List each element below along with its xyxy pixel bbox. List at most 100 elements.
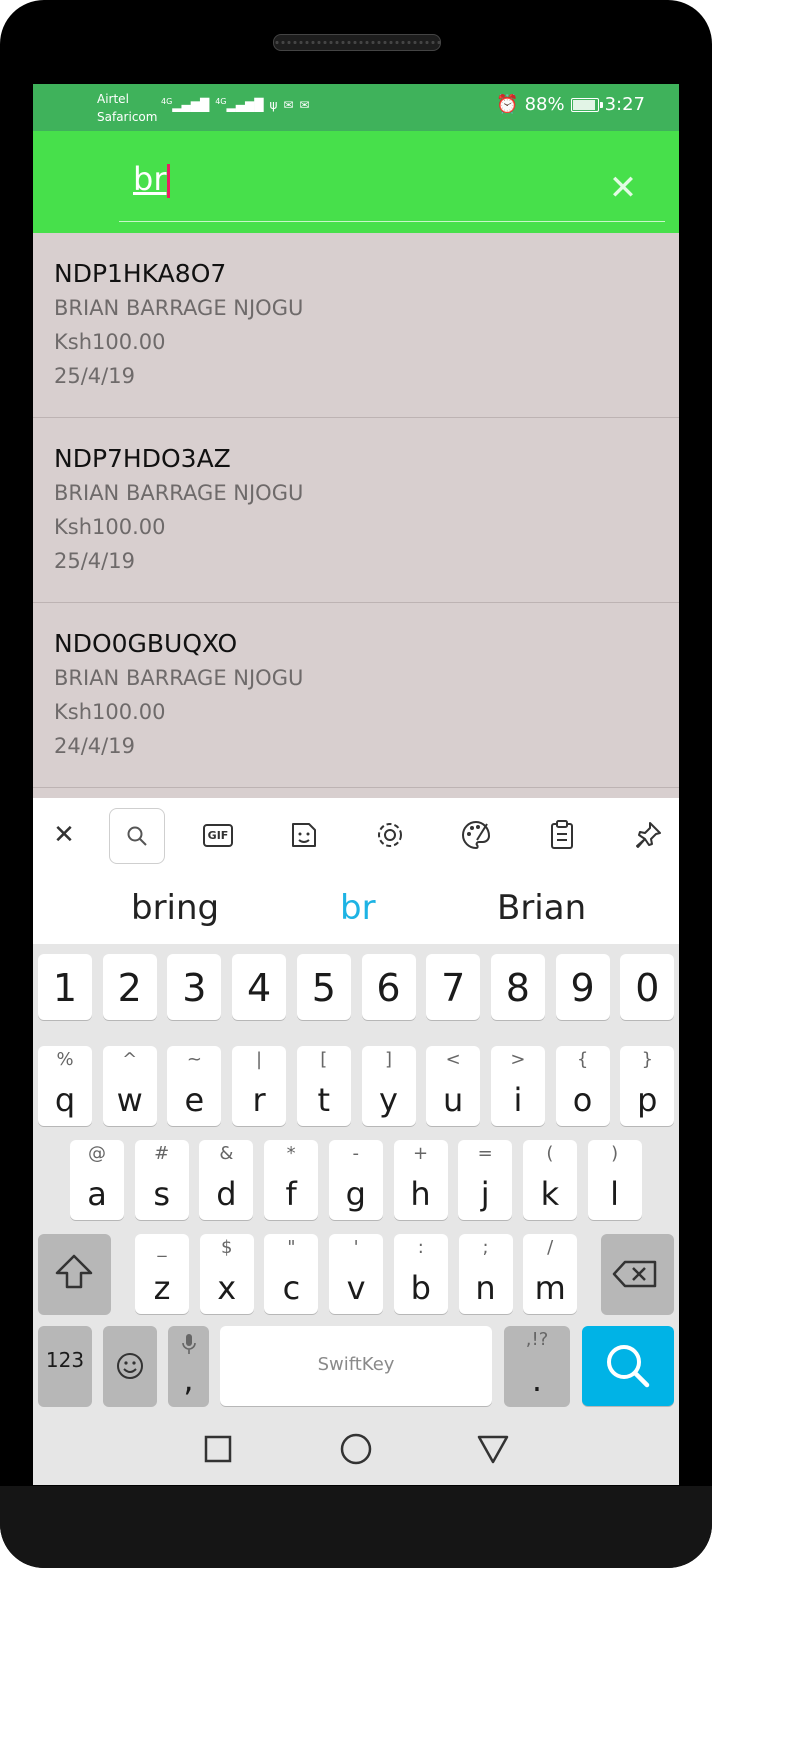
- symbols-key[interactable]: 123: [38, 1326, 92, 1406]
- key-secondary-label: ": [287, 1237, 296, 1258]
- key-0[interactable]: 0: [620, 954, 675, 1020]
- key-f[interactable]: * f: [264, 1140, 319, 1220]
- key-q[interactable]: % q: [38, 1046, 92, 1126]
- key-z[interactable]: _ z: [135, 1234, 189, 1314]
- key-t[interactable]: [t: [296, 1046, 351, 1126]
- backspace-key[interactable]: [601, 1234, 674, 1314]
- key-label: r: [252, 1081, 266, 1119]
- date: 24/4/19: [54, 734, 135, 758]
- key-x[interactable]: $ x: [199, 1234, 254, 1314]
- key-secondary-label: (: [546, 1143, 554, 1164]
- sticker-icon[interactable]: [277, 808, 331, 862]
- key-secondary-label: ~: [186, 1049, 202, 1070]
- clear-search-button[interactable]: ✕: [605, 171, 641, 207]
- key-8[interactable]: 8: [490, 954, 545, 1020]
- theme-palette-icon[interactable]: [449, 808, 503, 862]
- carrier-safaricom: Safaricom: [97, 110, 158, 124]
- key-m[interactable]: / m: [523, 1234, 578, 1314]
- key-5[interactable]: 5: [296, 954, 351, 1020]
- key-secondary-label: ): [611, 1143, 619, 1164]
- recent-apps-button[interactable]: [201, 1432, 235, 1466]
- key-1[interactable]: 1: [38, 954, 92, 1020]
- key-label: 123: [45, 1348, 85, 1372]
- key-j[interactable]: = j: [458, 1140, 513, 1220]
- emoji-key[interactable]: [103, 1326, 157, 1406]
- shift-key[interactable]: [38, 1234, 111, 1314]
- transaction-code: NDP1HKA8O7: [54, 259, 227, 288]
- key-c[interactable]: " c: [264, 1234, 319, 1314]
- key-b[interactable]: :b: [393, 1234, 448, 1314]
- key-r[interactable]: | r: [232, 1046, 287, 1126]
- suggestion-left[interactable]: bring: [131, 888, 219, 928]
- key-a[interactable]: @ a: [70, 1140, 124, 1220]
- key-secondary-label: <: [445, 1049, 461, 1070]
- key-d[interactable]: & d: [199, 1140, 254, 1220]
- network-type-2: 4G: [215, 97, 227, 106]
- list-item[interactable]: NDP7HDO3AZ BRIAN BARRAGE NJOGU Ksh100.00…: [33, 418, 679, 603]
- key-3[interactable]: 3: [167, 954, 222, 1020]
- home-button[interactable]: [339, 1432, 373, 1466]
- key-n[interactable]: ; n: [458, 1234, 513, 1314]
- search-action-key[interactable]: [582, 1326, 674, 1406]
- search-field[interactable]: br ✕: [119, 153, 665, 222]
- key-secondary-label: +: [412, 1143, 429, 1164]
- key-6[interactable]: 6: [361, 954, 416, 1020]
- key-h[interactable]: + h: [393, 1140, 448, 1220]
- gear-icon[interactable]: [363, 808, 417, 862]
- search-icon[interactable]: [109, 808, 165, 864]
- key-p[interactable]: } p: [620, 1046, 675, 1126]
- key-secondary-label: @: [88, 1143, 106, 1164]
- key-s[interactable]: # s: [134, 1140, 189, 1220]
- key-u[interactable]: < u: [426, 1046, 481, 1126]
- list-item[interactable]: NDO0GBUQXO BRIAN BARRAGE NJOGU Ksh100.00…: [33, 603, 679, 788]
- suggestion-right[interactable]: Brian: [497, 888, 586, 928]
- phone-bottom-bezel: [0, 1486, 712, 1568]
- clipboard-icon[interactable]: [535, 808, 589, 862]
- backspace-icon: [612, 1260, 657, 1288]
- key-secondary-label: $: [220, 1237, 233, 1258]
- key-k[interactable]: (k: [522, 1140, 577, 1220]
- key-secondary-label: ,!?: [525, 1329, 549, 1350]
- key-y[interactable]: ] y: [361, 1046, 416, 1126]
- key-g[interactable]: -g: [328, 1140, 383, 1220]
- key-9[interactable]: 9: [555, 954, 610, 1020]
- key-secondary-label: :: [417, 1237, 424, 1258]
- key-4[interactable]: 4: [232, 954, 287, 1020]
- key-w[interactable]: ^ w: [102, 1046, 157, 1126]
- emoji-icon: [117, 1353, 143, 1379]
- key-label: c: [282, 1269, 301, 1307]
- key-label: 4: [247, 966, 272, 1010]
- date: 25/4/19: [54, 549, 135, 573]
- suggestion-center[interactable]: br: [340, 888, 376, 928]
- search-input[interactable]: br: [133, 159, 171, 199]
- mail-icon: ✉: [283, 97, 294, 112]
- screen: Airtel Safaricom 4G▂▄▆█ 4G▂▄▆█ ψ ✉ ✉ ⏰ 8…: [33, 84, 679, 1485]
- key-2[interactable]: 2: [102, 954, 157, 1020]
- gif-icon[interactable]: GIF: [191, 808, 245, 862]
- list-item[interactable]: NDP1HKA8O7 BRIAN BARRAGE NJOGU Ksh100.00…: [33, 233, 679, 418]
- key-label: d: [216, 1175, 237, 1213]
- key-label: o: [572, 1081, 593, 1119]
- key-o[interactable]: {o: [555, 1046, 610, 1126]
- payer-name: BRIAN BARRAGE NJOGU: [54, 666, 304, 690]
- key-secondary-label: ^: [122, 1049, 138, 1070]
- key-label: n: [475, 1269, 496, 1307]
- gmail-icon: ✉: [299, 97, 310, 112]
- back-button[interactable]: [476, 1432, 510, 1466]
- key-v[interactable]: ' v: [329, 1234, 384, 1314]
- key-label: 7: [441, 966, 466, 1010]
- key-e[interactable]: ~ e: [167, 1046, 222, 1126]
- key-l[interactable]: ) l: [587, 1140, 642, 1220]
- pin-icon[interactable]: [621, 808, 675, 862]
- key-label: 9: [570, 966, 595, 1010]
- close-toolbar-icon[interactable]: ✕: [37, 808, 91, 862]
- key-label: 8: [505, 966, 530, 1010]
- comma-key[interactable]: ,: [168, 1326, 209, 1406]
- key-label: x: [217, 1269, 237, 1307]
- key-7[interactable]: 7: [426, 954, 481, 1020]
- space-key[interactable]: SwiftKey: [220, 1326, 492, 1406]
- key-i[interactable]: > i: [490, 1046, 545, 1126]
- period-key[interactable]: ,!?.: [504, 1326, 570, 1406]
- key-label: j: [480, 1175, 490, 1213]
- results-list[interactable]: NDP1HKA8O7 BRIAN BARRAGE NJOGU Ksh100.00…: [33, 233, 679, 798]
